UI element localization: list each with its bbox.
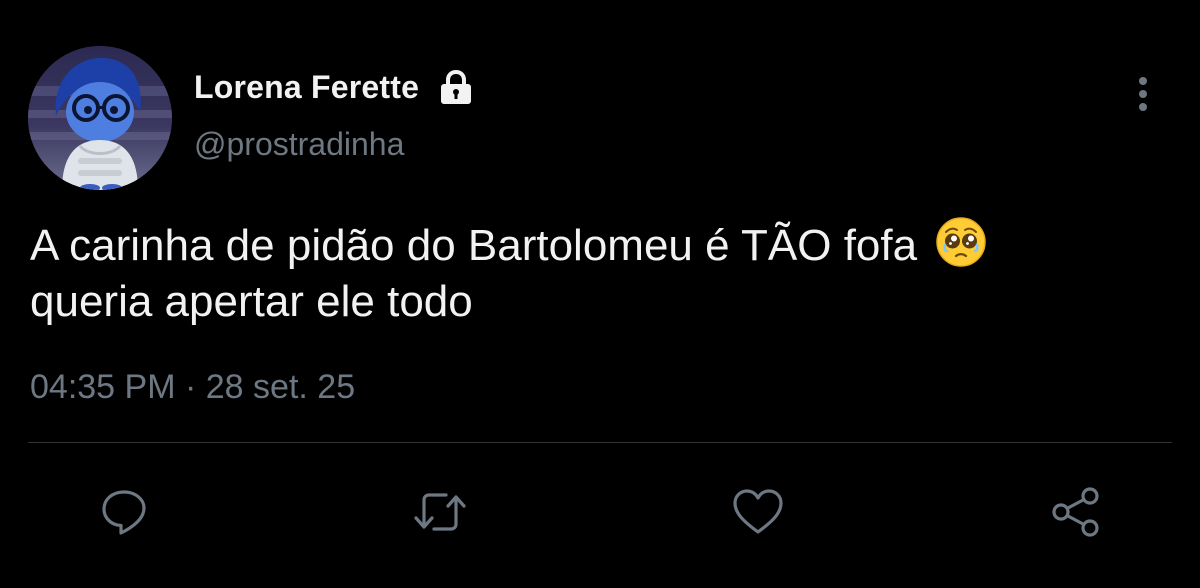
reply-icon (98, 486, 150, 538)
avatar-image (28, 46, 172, 190)
tweet-text-line-2: queria apertar ele todo (30, 277, 473, 326)
tweet-text-line-1: A carinha de pidão do Bartolomeu é TÃO f… (30, 216, 1170, 274)
pleading-face-emoji-icon (935, 216, 987, 268)
retweet-button[interactable] (410, 484, 470, 540)
share-icon (1049, 485, 1103, 539)
tweet-text-line-1-content: A carinha de pidão do Bartolomeu é TÃO f… (30, 221, 918, 270)
timestamp-separator: · (184, 368, 197, 406)
tweet-card: Lorena Ferette @prostradinha A carinha d… (0, 0, 1200, 588)
display-name[interactable]: Lorena Ferette (194, 69, 419, 106)
author-handle[interactable]: @prostradinha (194, 126, 404, 163)
like-icon (731, 487, 785, 537)
like-button[interactable] (728, 484, 788, 540)
tweet-date: 28 set. 25 (205, 368, 356, 406)
tweet-timestamp[interactable]: 04:35 PM · 28 set. 25 (30, 368, 355, 407)
lock-icon (437, 68, 475, 106)
tweet-text: A carinha de pidão do Bartolomeu é TÃO f… (30, 216, 1170, 330)
share-button[interactable] (1046, 484, 1106, 540)
more-options-icon[interactable] (1128, 74, 1158, 114)
reply-button[interactable] (94, 484, 154, 540)
tweet-time: 04:35 PM (30, 368, 176, 406)
divider (28, 442, 1172, 443)
retweet-icon (410, 486, 470, 538)
avatar[interactable] (28, 46, 172, 190)
author-name-row: Lorena Ferette (194, 62, 475, 112)
